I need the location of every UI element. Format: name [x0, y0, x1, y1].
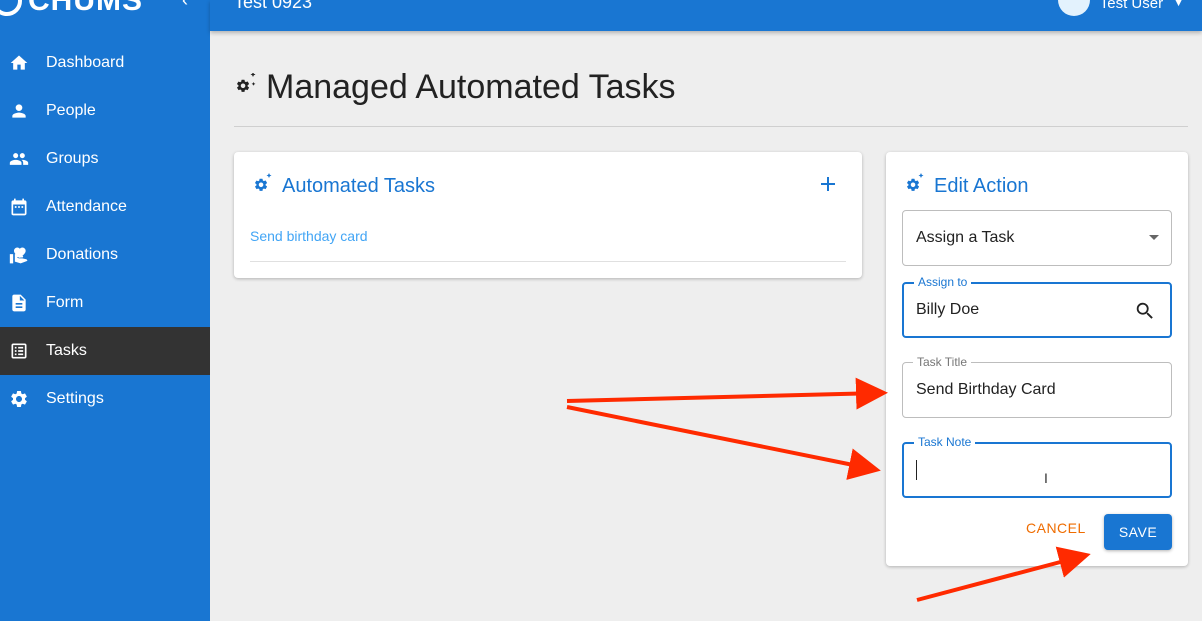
page-title: Managed Automated Tasks	[266, 68, 676, 106]
avatar	[1057, 0, 1090, 16]
sidebar-item-tasks[interactable]: Tasks	[0, 327, 210, 375]
dropdown-arrow-icon	[1149, 235, 1159, 240]
assign-to-label: Assign to	[914, 275, 972, 289]
action-type-value: Assign a Task	[916, 229, 1015, 246]
sidebar-item-label: Settings	[46, 390, 104, 407]
text-caret	[916, 460, 917, 480]
sidebar: CHUMS ‹ Dashboard People Groups Attendan…	[0, 0, 210, 621]
annotation-arrow-task-note	[566, 405, 881, 480]
sidebar-item-people[interactable]: People	[0, 87, 210, 135]
settings-suggest-icon	[250, 172, 274, 201]
groups-icon	[8, 148, 30, 170]
sidebar-item-label: Donations	[46, 246, 119, 263]
calendar-icon	[8, 196, 30, 218]
collapse-sidebar-icon[interactable]: ‹	[182, 0, 188, 11]
sidebar-item-label: Attendance	[46, 198, 127, 215]
sidebar-item-groups[interactable]: Groups	[0, 135, 210, 183]
list-icon	[8, 340, 30, 362]
settings-suggest-icon	[234, 72, 258, 102]
automated-tasks-card: Automated Tasks Send birthday card	[234, 152, 862, 278]
card-header: Automated Tasks	[250, 172, 435, 201]
gear-icon	[8, 388, 30, 410]
brand[interactable]: CHUMS	[0, 0, 143, 17]
divider	[250, 261, 846, 262]
annotation-arrow-task-title	[566, 377, 888, 410]
task-note-field[interactable]: Task Note I	[902, 435, 1172, 498]
edit-action-card: Edit Action Assign a Task Assign to Bill…	[886, 152, 1188, 566]
text-cursor-icon: I	[1044, 470, 1048, 486]
assign-to-value: Billy Doe	[916, 301, 980, 318]
sidebar-item-attendance[interactable]: Attendance	[0, 183, 210, 231]
sidebar-item-label: Dashboard	[46, 54, 125, 71]
form-icon	[8, 292, 30, 314]
sidebar-item-donations[interactable]: Donations	[0, 231, 210, 279]
cancel-button[interactable]: CANCEL	[1026, 520, 1086, 536]
sidebar-item-label: Tasks	[46, 342, 87, 359]
user-menu[interactable]: Test User ▼	[1057, 0, 1184, 16]
search-icon[interactable]	[1134, 300, 1156, 322]
card-title: Edit Action	[934, 175, 1029, 197]
sidebar-item-form[interactable]: Form	[0, 279, 210, 327]
plus-icon	[821, 177, 835, 191]
save-button[interactable]: SAVE	[1104, 514, 1172, 550]
user-name: Test User	[1099, 0, 1164, 12]
task-title-field[interactable]: Task Title Send Birthday Card	[902, 355, 1172, 418]
brand-logo-icon	[0, 0, 22, 16]
sidebar-item-label: People	[46, 102, 96, 119]
action-type-select[interactable]: Assign a Task	[902, 210, 1172, 266]
task-link-send-birthday-card[interactable]: Send birthday card	[250, 228, 368, 244]
home-icon	[8, 52, 30, 74]
card-title: Automated Tasks	[282, 175, 436, 197]
sidebar-item-label: Form	[46, 294, 84, 311]
church-name: Test 0923	[234, 0, 313, 12]
top-bar: Test 0923 Test User ▼	[210, 0, 1202, 31]
task-note-label: Task Note	[914, 435, 976, 449]
task-title-value: Send Birthday Card	[916, 381, 1056, 398]
card-header: Edit Action	[902, 172, 1029, 201]
sidebar-nav: Dashboard People Groups Attendance Donat…	[0, 39, 210, 423]
assign-to-field[interactable]: Assign to Billy Doe	[902, 275, 1172, 338]
donation-icon	[8, 244, 30, 266]
add-task-button[interactable]	[816, 172, 840, 196]
sidebar-item-label: Groups	[46, 150, 99, 167]
sidebar-item-dashboard[interactable]: Dashboard	[0, 39, 210, 87]
task-title-label: Task Title	[913, 355, 972, 369]
chevron-down-icon: ▼	[1173, 0, 1184, 9]
divider	[234, 126, 1188, 127]
sidebar-item-settings[interactable]: Settings	[0, 375, 210, 423]
settings-suggest-icon	[902, 172, 926, 201]
page-header: Managed Automated Tasks	[234, 68, 676, 107]
brand-name: CHUMS	[28, 0, 143, 17]
person-icon	[8, 100, 30, 122]
